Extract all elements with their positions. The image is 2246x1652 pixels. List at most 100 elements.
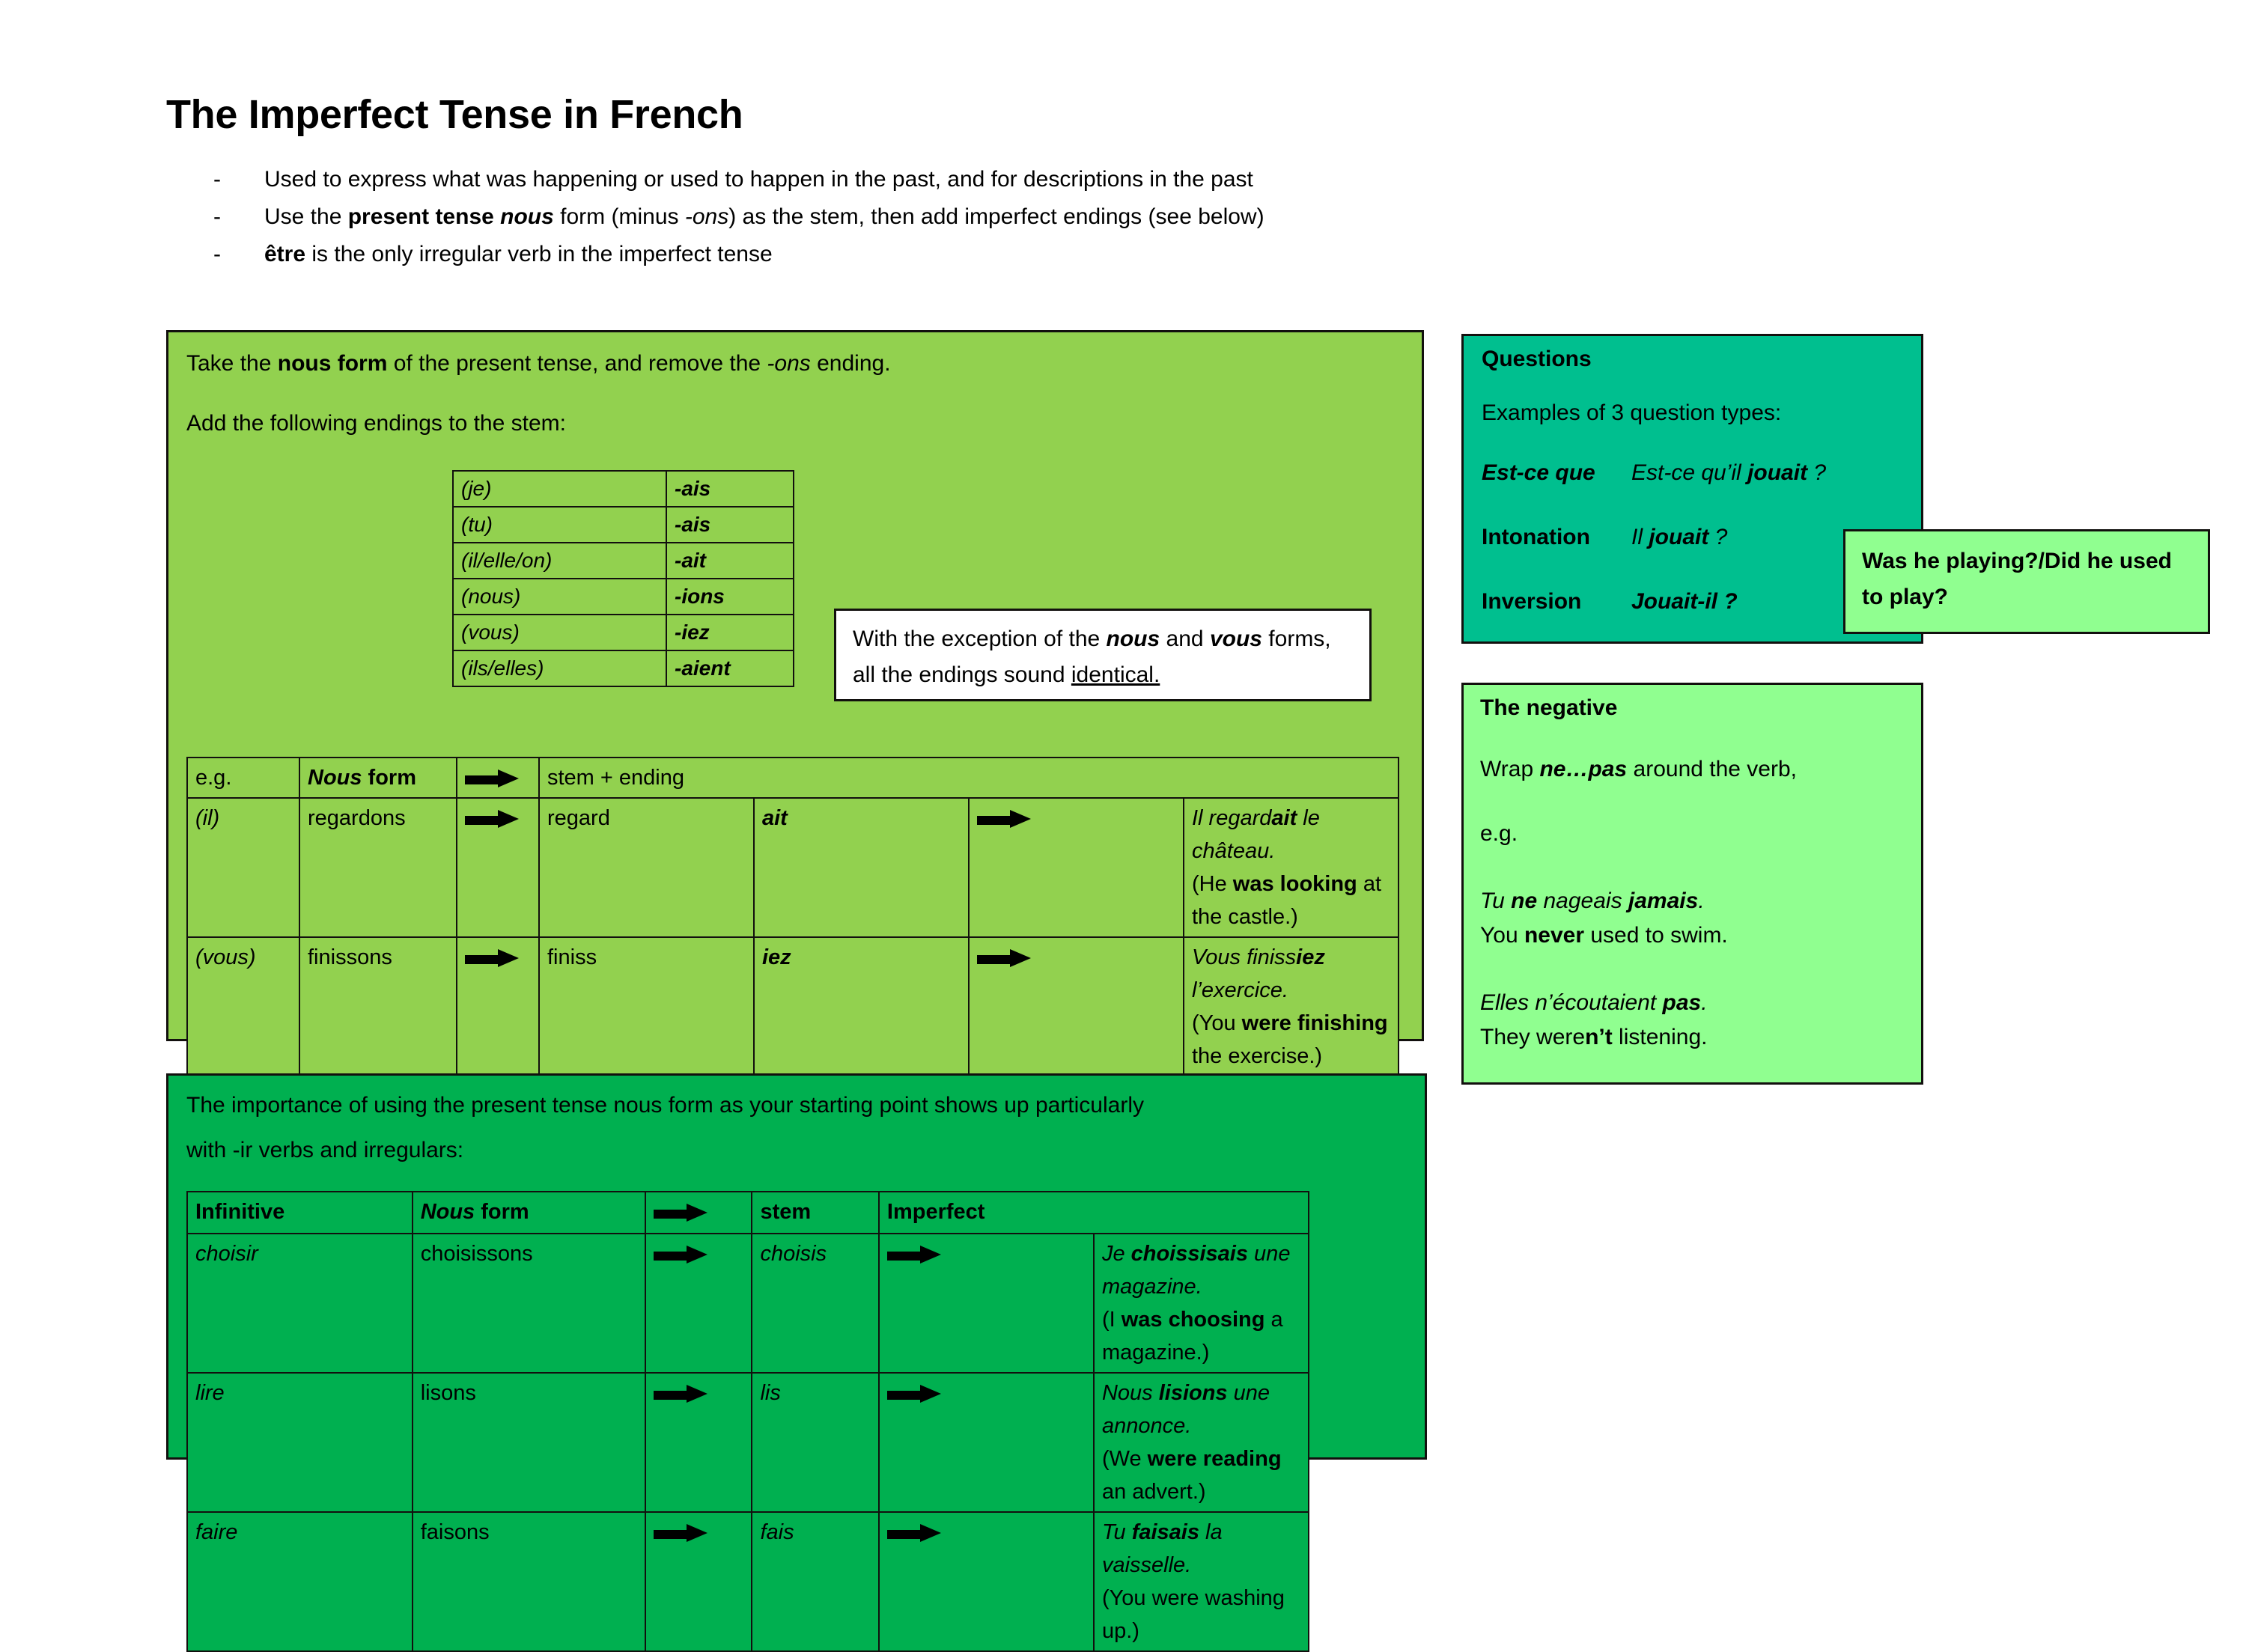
table-row: (vous) finissons finiss iez Vous finissiez l… <box>186 936 1399 1077</box>
intro-bullet: - Use the present tense nous form (minus … <box>213 198 1531 236</box>
irregular-nous-form-cell: lisons <box>411 1372 647 1513</box>
ending-suffix-cell: -ions <box>666 578 794 615</box>
intro-bullet-text: Use the present tense nous form (minus -… <box>264 204 1264 229</box>
arrow-icon <box>886 1246 941 1264</box>
table-row: lire lisons lis Nous lisions une annonce. (W… <box>186 1372 1310 1513</box>
ending-pronoun-cell: (je) <box>452 470 667 508</box>
table-row: faire faisons fais Tu faisais la vaisselle.… <box>186 1511 1310 1652</box>
arrow-icon <box>465 949 519 968</box>
example-arrow-cell <box>456 936 540 1077</box>
irregulars-lead-line-2: with -ir verbs and irregulars: <box>186 1138 464 1162</box>
irregulars-lead-line-1: The importance of using the present tens… <box>186 1093 1144 1118</box>
irregular-verbs-table: Infinitive Nous form stem Imperfect choisir c… <box>186 1191 1310 1652</box>
arrow-icon <box>654 1204 708 1222</box>
question-type-row: Est-ce que Est-ce qu’il jouait ? <box>1482 460 1916 486</box>
irregular-infinitive-cell: choisir <box>186 1233 413 1374</box>
arrow-icon <box>977 810 1031 829</box>
ending-suffix-cell: -aient <box>666 650 794 687</box>
question-translation-text: Was he playing?/Did he used to play? <box>1862 549 2172 609</box>
bullet-dash-icon: - <box>213 204 221 229</box>
irregular-imperfect-cell: Je choissisais une magazine. (I was choos… <box>1092 1233 1310 1374</box>
question-type-label: Inversion <box>1482 589 1582 614</box>
example-sentence-cell: Il regardait le château. (He was looking … <box>1183 797 1399 938</box>
example-sentence-cell: Vous finissiez l’exercice. (You were fini… <box>1183 936 1399 1077</box>
irregular-arrow-cell <box>645 1372 753 1513</box>
intro-bullet-list: - Used to express what was happening or u… <box>213 161 1531 273</box>
table-row: (je) -ais <box>452 470 794 508</box>
irregular-sentence-french: Nous lisions une annonce. <box>1101 1381 1270 1438</box>
example-nous-form-cell: finissons <box>299 936 457 1077</box>
col-header-nous-form: Nous form <box>299 757 457 799</box>
intro-bullet: - être is the only irregular verb in the … <box>213 236 1531 273</box>
example-sentence-french: Vous finissiez l’exercice. <box>1192 945 1325 1002</box>
col-header-arrow <box>456 757 540 799</box>
irregular-sentence-french: Je choissisais une magazine. <box>1101 1242 1291 1299</box>
irregular-sentence-english: (You were washing up.) <box>1101 1586 1285 1643</box>
question-type-example: Est-ce qu’il jouait ? <box>1631 460 1827 485</box>
irregular-arrow-cell <box>645 1511 753 1652</box>
table-header-row: Infinitive Nous form stem Imperfect <box>186 1191 1310 1234</box>
negative-line: They weren’t listening. <box>1480 1025 1708 1049</box>
negative-title: The negative <box>1480 695 1618 720</box>
question-type-example: Il jouait ? <box>1631 525 1728 549</box>
col-header-nous-form: Nous form <box>411 1191 647 1234</box>
example-sentence-english: (He was looking at the castle.) <box>1192 872 1382 929</box>
ending-pronoun-cell: (vous) <box>452 614 667 651</box>
formation-lead-line-2: Add the following endings to the stem: <box>186 411 566 436</box>
questions-title: Questions <box>1482 347 1592 371</box>
example-arrow-cell <box>456 797 540 938</box>
irregular-stem-cell: fais <box>751 1511 880 1652</box>
question-type-label: Est-ce que <box>1482 460 1595 485</box>
table-row: (il/elle/on) -ait <box>452 542 794 579</box>
ending-pronoun-cell: (nous) <box>452 578 667 615</box>
table-row: (vous) -iez <box>452 614 794 651</box>
irregular-infinitive-cell: lire <box>186 1372 413 1513</box>
ending-suffix-cell: -ait <box>666 542 794 579</box>
negative-panel: The negative Wrap ne…pas around the verb… <box>1461 683 1923 1085</box>
table-header-row: e.g. Nous form stem + ending <box>186 757 1399 799</box>
negative-line: You never used to swim. <box>1480 923 1728 948</box>
irregular-arrow-cell <box>877 1372 1095 1513</box>
irregular-sentence-english: (We were reading an advert.) <box>1101 1447 1282 1504</box>
irregular-imperfect-cell: Tu faisais la vaisselle. (You were washin… <box>1092 1511 1310 1652</box>
ending-suffix-cell: -iez <box>666 614 794 651</box>
table-row: (il) regardons regard ait Il regardait le ch… <box>186 797 1399 938</box>
example-pronoun-cell: (il) <box>186 797 300 938</box>
endings-sound-identical-callout: With the exception of the nous and vous … <box>834 609 1372 701</box>
example-stem-cell: regard <box>538 797 755 938</box>
arrow-icon <box>886 1524 941 1543</box>
page-title: The Imperfect Tense in French <box>166 92 743 138</box>
intro-bullet-text: être is the only irregular verb in the i… <box>264 242 773 266</box>
example-arrow-cell <box>968 797 1184 938</box>
col-header-eg: e.g. <box>186 757 300 799</box>
arrow-icon <box>886 1385 941 1403</box>
ending-pronoun-cell: (tu) <box>452 506 667 543</box>
negative-line: Elles n’écoutaient pas. <box>1480 990 1708 1015</box>
ending-suffix-cell: -ais <box>666 506 794 543</box>
irregulars-panel: The importance of using the present tens… <box>166 1073 1427 1652</box>
ending-pronoun-cell: (il/elle/on) <box>452 542 667 579</box>
negative-line: Tu ne nageais jamais. <box>1480 889 1705 913</box>
intro-bullet: - Used to express what was happening or u… <box>213 161 1531 198</box>
irregular-sentence-french: Tu faisais la vaisselle. <box>1101 1520 1223 1577</box>
example-stem-cell: finiss <box>538 936 755 1077</box>
ending-pronoun-cell: (ils/elles) <box>452 650 667 687</box>
irregular-stem-cell: lis <box>751 1372 880 1513</box>
col-header-arrow <box>645 1191 753 1234</box>
question-type-label: Intonation <box>1482 525 1590 549</box>
irregular-imperfect-cell: Nous lisions une annonce. (We were readin… <box>1092 1372 1310 1513</box>
col-header-stem: stem <box>751 1191 880 1234</box>
example-sentence-english: (You were finishing the exercise.) <box>1192 1011 1388 1068</box>
arrow-icon <box>465 810 519 829</box>
col-header-imperfect: Imperfect <box>877 1191 1310 1234</box>
bullet-dash-icon: - <box>213 167 221 192</box>
irregular-stem-cell: choisis <box>751 1233 880 1374</box>
arrow-icon <box>654 1524 708 1543</box>
arrow-icon <box>977 949 1031 968</box>
irregular-nous-form-cell: choisissons <box>411 1233 647 1374</box>
worksheet-page: The Imperfect Tense in French - Used to e… <box>0 0 2246 1652</box>
bullet-dash-icon: - <box>213 242 221 266</box>
questions-subtitle: Examples of 3 question types: <box>1482 400 1782 425</box>
irregular-arrow-cell <box>877 1233 1095 1374</box>
arrow-icon <box>654 1246 708 1264</box>
